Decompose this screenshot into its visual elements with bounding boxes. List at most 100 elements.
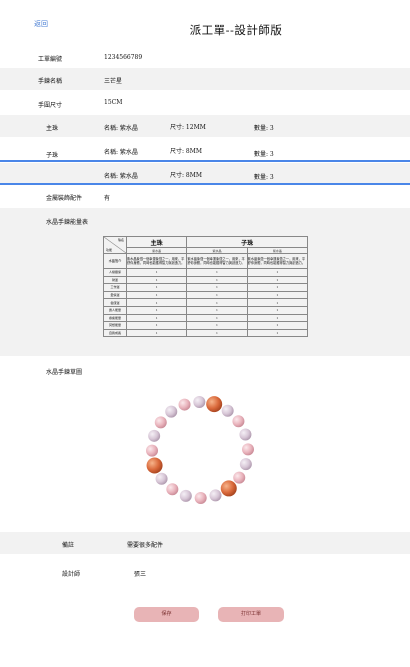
energy-table: 珠名 功能 主珠 子珠 紫水晶 紫水晶 紫水晶 水晶簡介 紫水晶象徵一個幸運象徵… <box>103 236 309 338</box>
cell: 1 <box>186 268 248 277</box>
main-bead <box>220 480 237 497</box>
bracelet-name-value: 三芒星 <box>104 78 123 85</box>
table-row: 工作運 1 1 1 <box>103 283 309 292</box>
cell: 1 <box>125 290 188 300</box>
bracelet-sketch <box>146 396 254 504</box>
corner-top-label: 珠名 <box>117 238 124 242</box>
field-label: 手鍊名稱 <box>38 78 63 85</box>
sketch-label: 水晶手鍊草圖 <box>46 369 83 376</box>
sub-bead <box>154 416 167 429</box>
sub-bead <box>221 404 234 417</box>
bead-row-sub-2[interactable]: 名稱: 紫水晶 尺寸: 8MM 數量: 3 <box>0 163 410 183</box>
bead-name: 名稱: 紫水晶 <box>104 125 138 132</box>
field-bracelet-name: 手鍊名稱 三芒星 <box>0 68 410 90</box>
sub-bead <box>166 483 179 496</box>
cell: 1 <box>186 283 248 292</box>
stone-desc: 紫水晶象徵一個幸運象徵之一，用來，平舒你身體，同時也能獲得智力與創造力。 <box>125 253 188 269</box>
field-wrist-size: 手圍尺寸 15CM <box>0 94 410 112</box>
table-corner: 珠名 功能 <box>103 236 127 254</box>
note-label: 備註 <box>62 542 75 549</box>
sub-bead <box>148 429 161 442</box>
table-row: 愛情運 1 1 1 <box>103 290 309 300</box>
cell: 1 <box>186 298 248 307</box>
row-label: 健康運 <box>103 298 127 307</box>
cell: 1 <box>125 321 188 330</box>
row-label: 工作運 <box>103 283 127 292</box>
bead-size: 尺寸: 12MM <box>170 124 206 131</box>
cell: 1 <box>246 328 309 338</box>
cell: 1 <box>186 328 248 338</box>
sub-bead <box>209 489 222 502</box>
sub-bead <box>155 472 168 485</box>
row-label: 愛情運 <box>103 290 127 300</box>
cell: 1 <box>125 283 188 292</box>
bead-size: 尺寸: 8MM <box>170 148 203 155</box>
print-button[interactable]: 打印工單 <box>218 607 284 622</box>
field-label: 手圍尺寸 <box>38 102 63 109</box>
table-row: 貴人能量 1 1 1 <box>103 305 309 315</box>
sub-bead <box>239 428 252 441</box>
main-bead <box>146 457 163 474</box>
table-row: 療癒能量 1 1 1 <box>103 313 309 323</box>
main-bead <box>206 396 223 413</box>
cell: 1 <box>246 290 309 300</box>
sub-bead <box>178 398 191 411</box>
sub-bead <box>239 458 252 471</box>
cell: 1 <box>246 283 309 292</box>
bead-row-sub: 子珠 名稱: 紫水晶 尺寸: 8MM 數量: 3 <box>0 140 410 160</box>
bead-qty: 數量: 3 <box>254 125 274 132</box>
designer-label: 設計師 <box>62 571 81 578</box>
metal-label: 金屬裝飾配件 <box>46 195 83 202</box>
table-row: 財運 1 1 1 <box>103 275 309 285</box>
field-metal: 金屬裝飾配件 有 <box>0 186 410 206</box>
bead-name: 名稱: 紫水晶 <box>104 173 138 180</box>
table-row: 自我成長 1 1 1 <box>103 328 309 338</box>
note-row: 備註 需要很多配件 <box>0 532 410 554</box>
sub-bead <box>233 471 246 484</box>
save-button[interactable]: 保存 <box>134 607 199 622</box>
designer-row: 設計師 張三 <box>0 563 410 581</box>
cell: 1 <box>186 290 248 300</box>
cell: 1 <box>125 268 188 277</box>
row-label: 療癒能量 <box>103 313 127 323</box>
cell: 1 <box>125 275 188 285</box>
cell: 1 <box>125 313 188 323</box>
bead-qty: 數量: 3 <box>254 174 274 181</box>
cell: 1 <box>186 275 248 285</box>
cell: 1 <box>246 275 309 285</box>
cell: 1 <box>125 298 188 307</box>
field-order-number: 工單編號 1234566789 <box>0 48 410 66</box>
row-label: 財運 <box>103 275 127 285</box>
bead-qty: 數量: 3 <box>254 151 274 158</box>
cell: 1 <box>125 328 188 338</box>
wrist-size-value: 15CM <box>104 99 123 106</box>
order-number-value: 1234566789 <box>104 54 143 61</box>
bead-label: 主珠 <box>46 125 59 132</box>
sub-bead <box>193 396 206 409</box>
table-row: 健康運 1 1 1 <box>103 298 309 307</box>
sub-bead <box>146 444 159 457</box>
corner-bottom-label: 功能 <box>106 248 113 252</box>
row-label: 自我成長 <box>103 328 127 338</box>
cell: 1 <box>186 313 248 323</box>
row-label: 冥想能量 <box>103 321 127 330</box>
cell: 1 <box>125 305 188 315</box>
table-row: 冥想能量 1 1 1 <box>103 321 309 330</box>
cell: 1 <box>246 298 309 307</box>
field-label: 工單編號 <box>38 56 63 63</box>
cell: 1 <box>246 268 309 277</box>
row-label: 貴人能量 <box>103 305 127 315</box>
stone-desc: 紫水晶象徵一個幸運象徵之一，用來，平舒你身體，同時也能獲得智力與創造力。 <box>186 253 248 269</box>
sub-bead <box>165 405 178 418</box>
cell: 1 <box>246 321 309 330</box>
row-label: 人緣關係 <box>103 268 127 277</box>
selection-border-bottom <box>0 183 410 185</box>
table-row: 人緣關係 1 1 1 <box>103 268 309 277</box>
cell: 1 <box>186 305 248 315</box>
main-bead-header: 主珠 <box>125 236 188 248</box>
energy-table-label: 水晶手鍊能量表 <box>46 219 89 226</box>
bead-size: 尺寸: 8MM <box>170 172 203 179</box>
sub-bead-header: 子珠 <box>186 236 308 248</box>
bead-label: 子珠 <box>46 152 59 159</box>
bead-row-main: 主珠 名稱: 紫水晶 尺寸: 12MM 數量: 3 <box>0 115 410 137</box>
